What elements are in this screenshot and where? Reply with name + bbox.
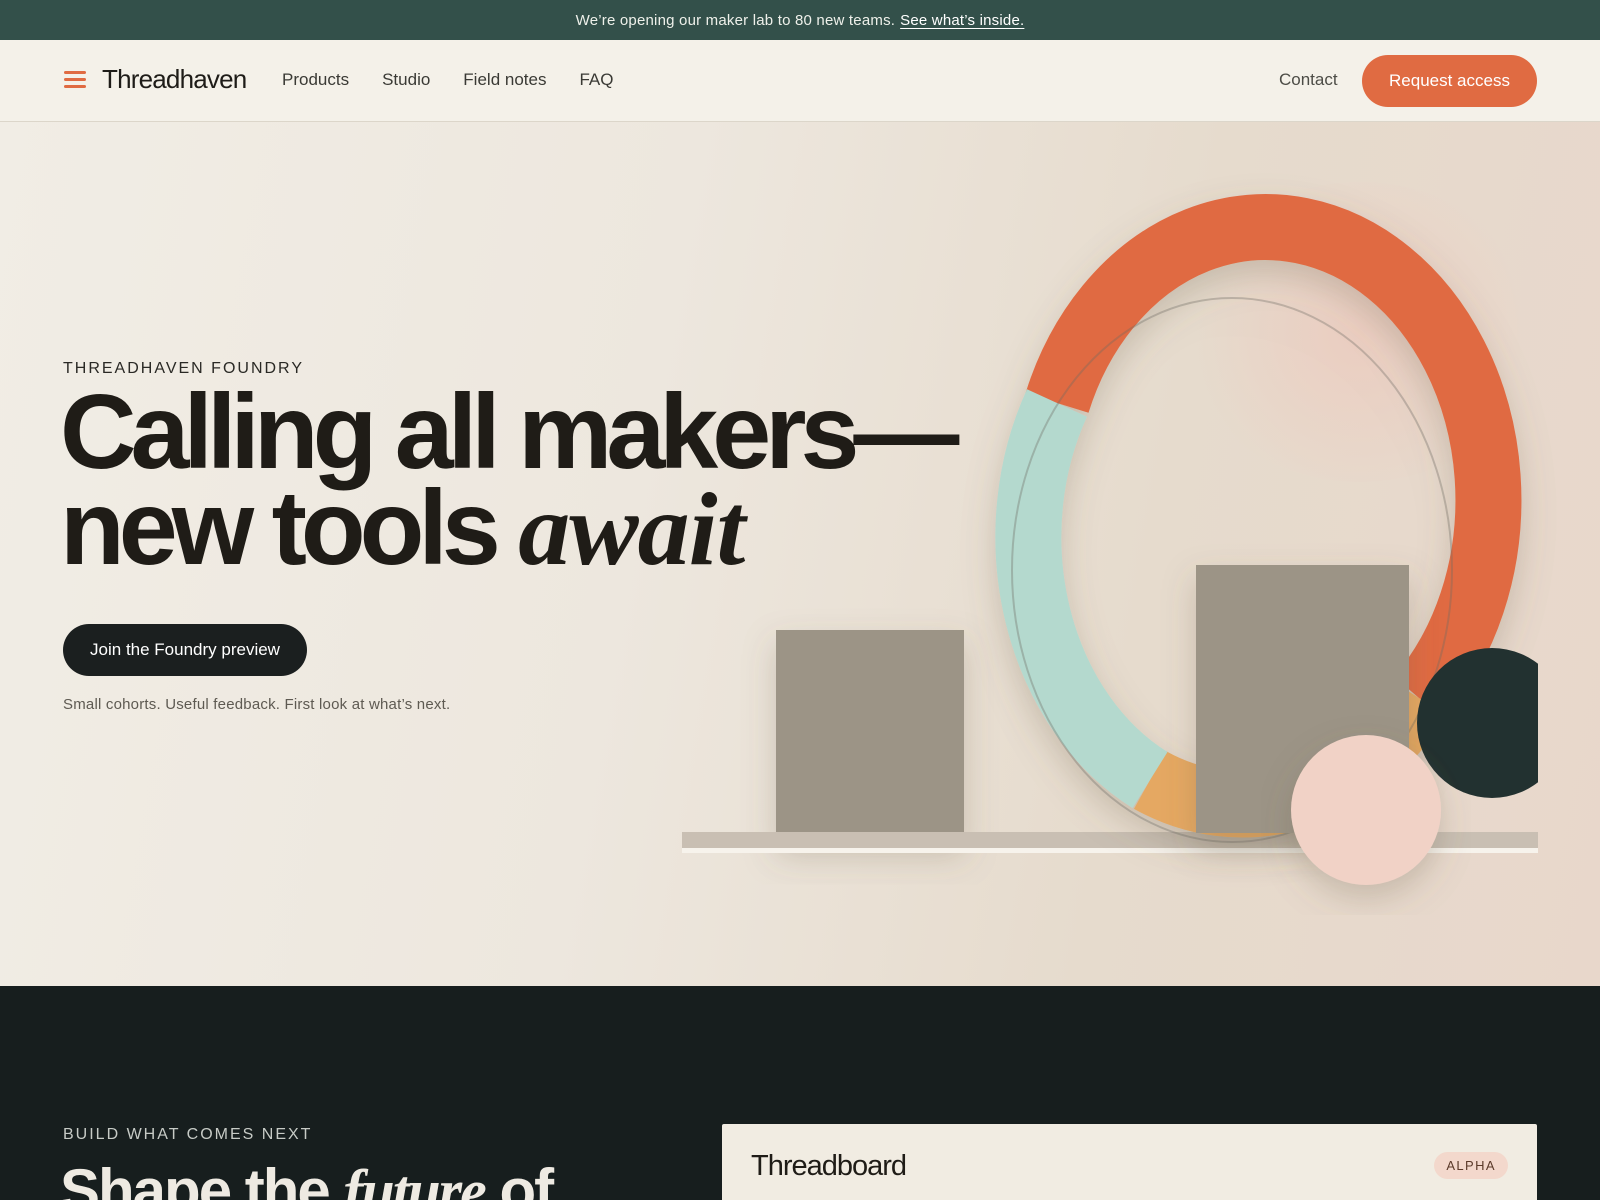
join-preview-button[interactable]: Join the Foundry preview	[63, 624, 307, 676]
request-access-button[interactable]: Request access	[1362, 55, 1537, 107]
contact-link[interactable]: Contact	[1279, 70, 1338, 90]
build-section: BUILD WHAT COMES NEXT Shape the future o…	[0, 986, 1600, 1200]
section-heading-regular: Shape the	[60, 1157, 344, 1200]
hero-section: THREADHAVEN FOUNDRY Calling all makers— …	[0, 122, 1600, 986]
section-eyebrow: BUILD WHAT COMES NEXT	[63, 1126, 313, 1143]
nav-field-notes[interactable]: Field notes	[463, 70, 546, 90]
pink-circle	[1291, 735, 1441, 885]
left-block	[776, 630, 964, 842]
site-header: Threadhaven Products Studio Field notes …	[0, 40, 1600, 122]
announcement-text: We’re opening our maker lab to 80 new te…	[575, 11, 896, 29]
alpha-badge: ALPHA	[1434, 1152, 1508, 1179]
hero-headline: Calling all makers— new tools await	[60, 379, 959, 582]
hero-subtext: Small cohorts. Useful feedback. First lo…	[63, 696, 451, 713]
main-nav: Products Studio Field notes FAQ	[282, 70, 646, 90]
announcement-link[interactable]: See what’s inside.	[900, 12, 1024, 29]
nav-faq[interactable]: FAQ	[579, 70, 613, 90]
announcement-bar: We’re opening our maker lab to 80 new te…	[0, 0, 1600, 40]
headline-italic-word: await	[518, 472, 745, 587]
nav-products[interactable]: Products	[282, 70, 349, 90]
product-card[interactable]: Threadboard ALPHA	[722, 1124, 1537, 1200]
menu-icon[interactable]	[64, 69, 88, 91]
card-title: Threadboard	[751, 1150, 907, 1182]
dark-circle	[1417, 648, 1538, 798]
headline-line-2: new tools	[60, 469, 519, 587]
ring-mint-segment	[995, 389, 1168, 808]
nav-studio[interactable]: Studio	[382, 70, 430, 90]
section-heading-end: of	[484, 1157, 554, 1200]
section-heading: Shape the future of	[60, 1156, 554, 1200]
brand-logo[interactable]: Threadhaven	[102, 64, 247, 95]
section-heading-italic: future	[343, 1158, 486, 1200]
